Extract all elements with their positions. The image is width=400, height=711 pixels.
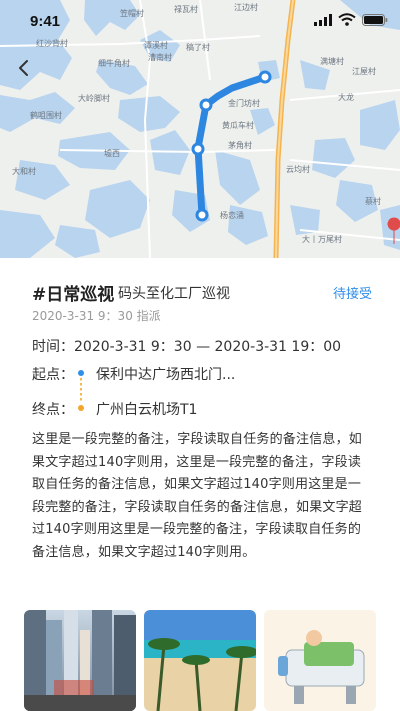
route-connector	[80, 378, 82, 402]
time-row: 时间：2020-3-31 9：30 — 2020-3-31 19：00	[32, 336, 341, 356]
map-label: 墟西	[104, 149, 120, 158]
start-label: 起点：	[32, 367, 74, 383]
illustration-image	[264, 610, 376, 711]
map-label: 茅角村	[228, 141, 252, 150]
map-label: 满塘村	[320, 57, 344, 66]
time-label: 时间：	[32, 339, 74, 355]
map-label: 金门坊村	[228, 99, 260, 108]
photo-thumbnail-city[interactable]	[24, 610, 136, 711]
route-map[interactable]: 笠帽村 禄瓦村 江边村 红沙背村 潭溪村 漕南村 稿了村 满塘村 细牛角村 江屋…	[0, 0, 400, 258]
map-label: 大丨万尾村	[302, 235, 342, 244]
task-status-badge[interactable]: 待接受	[333, 283, 372, 302]
end-row: 终点： 广州白云机场T1	[32, 399, 197, 419]
map-label: 细牛角村	[98, 59, 130, 68]
task-detail-panel: #日常巡视 码头至化工厂巡视 待接受 2020-3-31 9：30 指派 时间：…	[0, 258, 400, 711]
map-label: 红沙背村	[36, 39, 68, 48]
start-dot-icon	[78, 370, 84, 376]
start-row: 起点： 保利中达广场西北门...	[32, 364, 235, 384]
map-label: 潭溪村	[144, 41, 168, 50]
map-label: 杨恋涌	[220, 211, 244, 220]
status-bar: 9:41	[0, 0, 400, 40]
end-location: 广州白云机场T1	[96, 402, 198, 418]
beach-image	[144, 610, 256, 711]
task-header: #日常巡视 码头至化工厂巡视 待接受	[32, 280, 372, 305]
map-label: 大岭脚村	[78, 94, 110, 103]
map-label: 大和村	[12, 167, 36, 176]
start-location: 保利中达广场西北门...	[96, 367, 236, 383]
back-icon[interactable]	[14, 56, 34, 80]
photo-gallery	[24, 610, 384, 711]
signal-icon	[314, 14, 332, 26]
map-label: 大龙	[338, 93, 354, 102]
end-dot-icon	[78, 405, 84, 411]
photo-thumbnail-illustration[interactable]	[264, 610, 376, 711]
task-assigned-time: 2020-3-31 9：30 指派	[32, 309, 161, 323]
battery-icon	[362, 14, 388, 26]
end-label: 终点：	[32, 402, 74, 418]
map-label: 云均村	[286, 165, 310, 174]
map-label: 蔡村	[365, 197, 381, 206]
status-time: 9:41	[30, 13, 61, 30]
map-label: 江屋村	[352, 67, 376, 76]
task-note: 这里是一段完整的备注，字段读取自任务的备注信息，如果文字超过140字则用，这里是…	[32, 432, 363, 560]
wifi-icon	[338, 13, 356, 26]
task-subtitle: 码头至化工厂巡视	[118, 286, 230, 302]
city-street-image	[24, 610, 136, 711]
map-label: 稿了村	[186, 43, 210, 52]
map-label: 黄瓜车村	[222, 121, 254, 130]
map-label: 漕南村	[148, 53, 172, 62]
time-value: 2020-3-31 9：30 — 2020-3-31 19：00	[74, 339, 342, 355]
task-title: #日常巡视	[32, 285, 115, 305]
map-label: 鹤咀围村	[30, 111, 62, 120]
photo-thumbnail-beach[interactable]	[144, 610, 256, 711]
